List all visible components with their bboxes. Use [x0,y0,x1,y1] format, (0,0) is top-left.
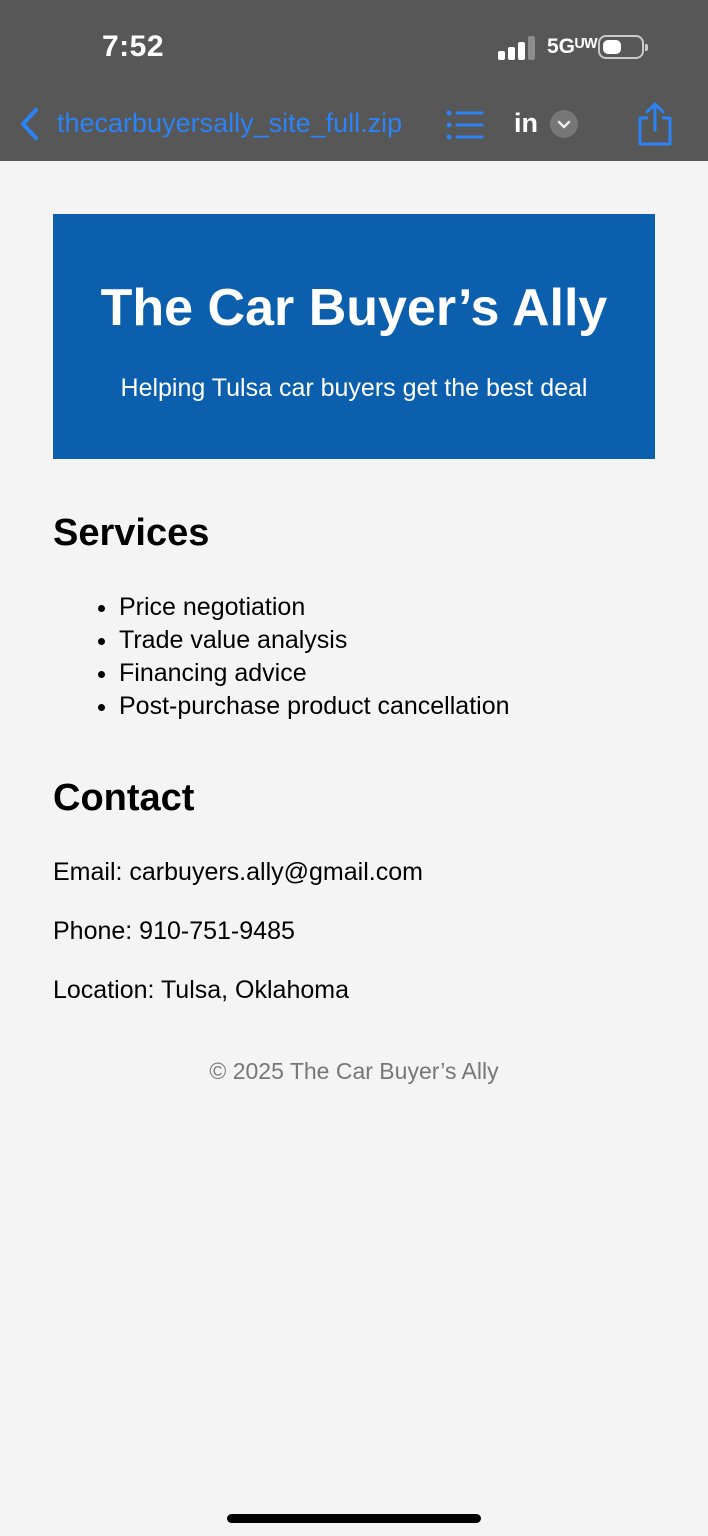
footer-copyright: © 2025 The Car Buyer’s Ally [209,1058,499,1084]
cellular-signal-icon [498,36,536,60]
site-subtitle: Helping Tulsa car buyers get the best de… [120,374,588,402]
back-chevron-icon[interactable] [16,104,46,144]
network-type: 5Gᵁᵂ [547,35,598,58]
list-icon[interactable] [445,108,485,142]
share-icon[interactable] [634,100,676,148]
top-bar: 7:52 5Gᵁᵂ thecarbuyersally_site_full.zip… [0,0,708,161]
list-item: Financing advice [119,657,510,690]
list-item: Post-purchase product cancellation [119,690,510,723]
status-time: 7:52 [102,30,165,63]
language-selector[interactable]: in [514,108,538,139]
battery-icon [598,35,648,59]
contact-heading: Contact [53,777,195,819]
hero-banner: The Car Buyer’s Ally Helping Tulsa car b… [53,214,655,459]
list-item: Trade value analysis [119,624,510,657]
contact-phone: Phone: 910-751-9485 [53,917,295,945]
file-name-link[interactable]: thecarbuyersally_site_full.zip [57,108,402,139]
list-item: Price negotiation [119,591,510,624]
chevron-down-icon[interactable] [550,110,578,138]
contact-location: Location: Tulsa, Oklahoma [53,976,349,1004]
home-indicator[interactable] [227,1514,481,1523]
services-list: Price negotiation Trade value analysis F… [53,591,510,723]
contact-email: Email: carbuyers.ally@gmail.com [53,858,423,886]
site-title: The Car Buyer’s Ally [100,279,608,337]
services-heading: Services [53,512,210,554]
